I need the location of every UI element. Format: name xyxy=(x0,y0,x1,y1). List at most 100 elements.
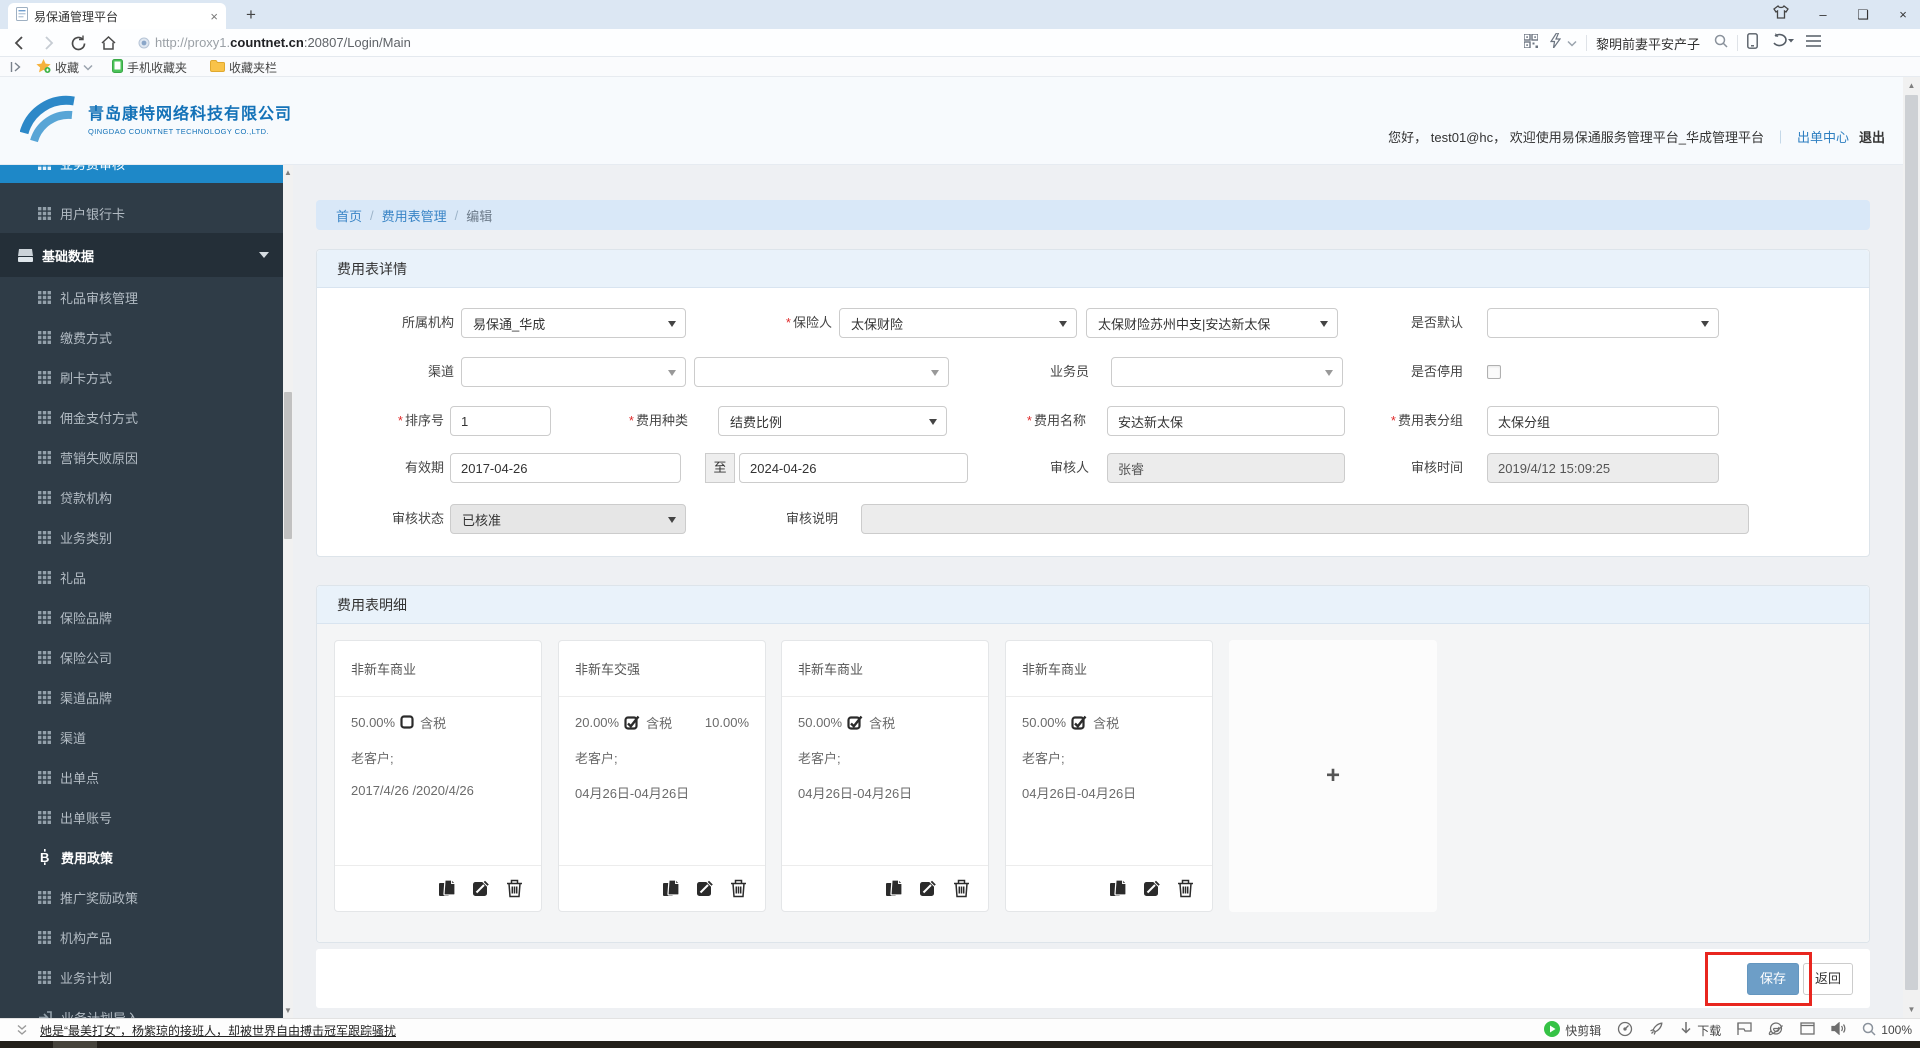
forward-button[interactable] xyxy=(38,33,58,53)
speaker-icon[interactable] xyxy=(1831,1021,1846,1038)
audit-status-select: 已核准 xyxy=(450,504,686,534)
insurer-branch-select[interactable]: 太保财险苏州中支|安达新太保 xyxy=(1086,308,1338,338)
ticker-collapse-icon[interactable] xyxy=(16,1024,28,1039)
favorites-button[interactable]: 收藏 xyxy=(36,57,93,77)
is-default-select[interactable] xyxy=(1487,308,1719,338)
tab-close-icon[interactable]: × xyxy=(210,9,218,24)
window-minimize-button[interactable]: – xyxy=(1804,0,1842,29)
valid-to-input[interactable] xyxy=(739,453,968,483)
sidebar-item-insurance-company[interactable]: 保险公司 xyxy=(0,637,283,677)
copy-icon[interactable] xyxy=(438,879,457,898)
sidebar-item-insurance-brand[interactable]: 保险品牌 xyxy=(0,597,283,637)
bookmarks-folder-button[interactable]: 收藏夹栏 xyxy=(210,57,277,77)
theme-shirt-icon[interactable] xyxy=(1762,0,1800,29)
portal-center-link[interactable]: 出单中心 xyxy=(1797,127,1849,146)
sidebar-item-bankcard[interactable]: 用户银行卡 xyxy=(0,193,283,233)
bookmarks-bar: 收藏 手机收藏夹 收藏夹栏 xyxy=(0,57,1920,77)
breadcrumb-fee-table[interactable]: 费用表管理 xyxy=(382,206,447,225)
back-button[interactable] xyxy=(10,33,30,53)
address-url[interactable]: http://proxy1.countnet.cn:20807/Login/Ma… xyxy=(155,35,411,50)
news-ticker-link[interactable]: 她是“最美打女”，杨紫琼的接班人，却被世界自由搏击冠军跟踪骚扰 xyxy=(40,1022,396,1039)
scroll-up-icon: ▲ xyxy=(1907,81,1916,90)
sidebar-item-org-product[interactable]: 机构产品 xyxy=(0,917,283,957)
copy-icon[interactable] xyxy=(885,879,904,898)
undo-icon[interactable] xyxy=(1772,33,1795,53)
sidebar-scrollbar[interactable]: ▲ ▼ xyxy=(283,165,293,1018)
flag-icon[interactable] xyxy=(1737,1022,1752,1038)
bookmarks-expand-icon[interactable] xyxy=(10,57,22,77)
sidebar-item-biz-plan[interactable]: 业务计划 xyxy=(0,957,283,997)
insurer-select[interactable]: 太保财险 xyxy=(839,308,1077,338)
quick-clip-button[interactable]: 快剪辑 xyxy=(1544,1020,1601,1040)
refresh-button[interactable] xyxy=(68,33,88,53)
download-icon xyxy=(1680,1021,1692,1039)
page-scrollbar[interactable]: ▲ ▼ xyxy=(1903,77,1920,1018)
sidebar-item-promo-reward[interactable]: 推广奖励政策 xyxy=(0,877,283,917)
sidebar-item-biz-category[interactable]: 业务类别 xyxy=(0,517,283,557)
sidebar-item-partial[interactable]: 业务费审核 xyxy=(0,165,283,183)
edit-icon[interactable] xyxy=(1143,879,1162,898)
chevron-down-icon[interactable] xyxy=(1567,34,1577,52)
chevron-down-icon xyxy=(83,60,93,74)
delete-icon[interactable] xyxy=(1177,879,1194,898)
sidebar-scrollbar-thumb[interactable] xyxy=(284,392,292,539)
ie-mode-icon[interactable] xyxy=(1768,1021,1784,1039)
edit-icon[interactable] xyxy=(919,879,938,898)
delete-icon[interactable] xyxy=(953,879,970,898)
window-maximize-button[interactable]: ❑ xyxy=(1844,0,1882,29)
logout-link[interactable]: 退出 xyxy=(1859,127,1885,146)
fee-type-select[interactable]: 结费比例 xyxy=(718,406,947,436)
mobile-favorites-button[interactable]: 手机收藏夹 xyxy=(112,57,187,77)
sidebar-item-loan-org[interactable]: 贷款机构 xyxy=(0,477,283,517)
page-scrollbar-thumb[interactable] xyxy=(1905,95,1918,990)
search-input[interactable]: 黎明前妻平安产子 xyxy=(1596,34,1700,53)
sidebar-item-issue-point[interactable]: 出单点 xyxy=(0,757,283,797)
add-fee-card-button[interactable]: + xyxy=(1229,640,1437,912)
phone-icon[interactable] xyxy=(1747,32,1758,54)
sidebar-item-issue-account[interactable]: 出单账号 xyxy=(0,797,283,837)
speed-mode-icon[interactable] xyxy=(1617,1021,1633,1040)
audit-note-label: 审核说明 xyxy=(785,511,838,526)
sidebar: 业务费审核 用户银行卡 基础数据 礼品审核管理 缴费方式 刷卡方式 佣金支付方式… xyxy=(0,165,283,1018)
channel-select-2[interactable] xyxy=(694,357,949,387)
sidebar-item-channel-brand[interactable]: 渠道品牌 xyxy=(0,677,283,717)
search-icon[interactable] xyxy=(1714,34,1728,53)
breadcrumb-home[interactable]: 首页 xyxy=(336,206,362,225)
copy-icon[interactable] xyxy=(662,879,681,898)
delete-icon[interactable] xyxy=(506,879,523,898)
sidebar-item-pay-method[interactable]: 缴费方式 xyxy=(0,317,283,357)
zoom-control[interactable]: 100% xyxy=(1862,1022,1912,1039)
salesman-select[interactable] xyxy=(1111,357,1343,387)
sidebar-item-marketing-fail[interactable]: 营销失败原因 xyxy=(0,437,283,477)
qr-grid-icon[interactable] xyxy=(1523,32,1539,53)
window-mode-icon[interactable] xyxy=(1800,1022,1815,1038)
sort-no-input[interactable] xyxy=(450,406,551,436)
new-tab-button[interactable]: + xyxy=(238,2,264,28)
sidebar-item-fee-policy[interactable]: B 费用政策 xyxy=(0,837,283,877)
is-disabled-checkbox[interactable] xyxy=(1487,365,1501,379)
org-select[interactable]: 易保通_华成 xyxy=(461,308,686,338)
browser-tab[interactable]: 易保通管理平台 × xyxy=(8,3,226,29)
window-close-button[interactable]: × xyxy=(1884,0,1920,29)
menu-icon[interactable] xyxy=(1806,34,1822,52)
fee-name-input[interactable] xyxy=(1107,406,1345,436)
copy-icon[interactable] xyxy=(1109,879,1128,898)
boost-icon[interactable] xyxy=(1649,1021,1664,1039)
fee-group-input[interactable] xyxy=(1487,406,1719,436)
sidebar-item-commission-pay[interactable]: 佣金支付方式 xyxy=(0,397,283,437)
edit-icon[interactable] xyxy=(472,879,491,898)
sidebar-item-card-method[interactable]: 刷卡方式 xyxy=(0,357,283,397)
edit-icon[interactable] xyxy=(696,879,715,898)
home-button[interactable] xyxy=(98,33,118,53)
valid-from-input[interactable] xyxy=(450,453,681,483)
download-button[interactable]: 下载 xyxy=(1680,1021,1721,1039)
delete-icon[interactable] xyxy=(730,879,747,898)
sidebar-item-channel[interactable]: 渠道 xyxy=(0,717,283,757)
sidebar-section-basic-data[interactable]: 基础数据 xyxy=(0,233,283,277)
sidebar-item-biz-plan-import[interactable]: 业务计划导入 xyxy=(0,997,283,1018)
channel-select-1[interactable] xyxy=(461,357,686,387)
lightning-icon[interactable] xyxy=(1549,32,1562,53)
sidebar-item-gift-audit[interactable]: 礼品审核管理 xyxy=(0,277,283,317)
sidebar-item-gift[interactable]: 礼品 xyxy=(0,557,283,597)
panel-title: 费用表详情 xyxy=(317,250,1869,288)
